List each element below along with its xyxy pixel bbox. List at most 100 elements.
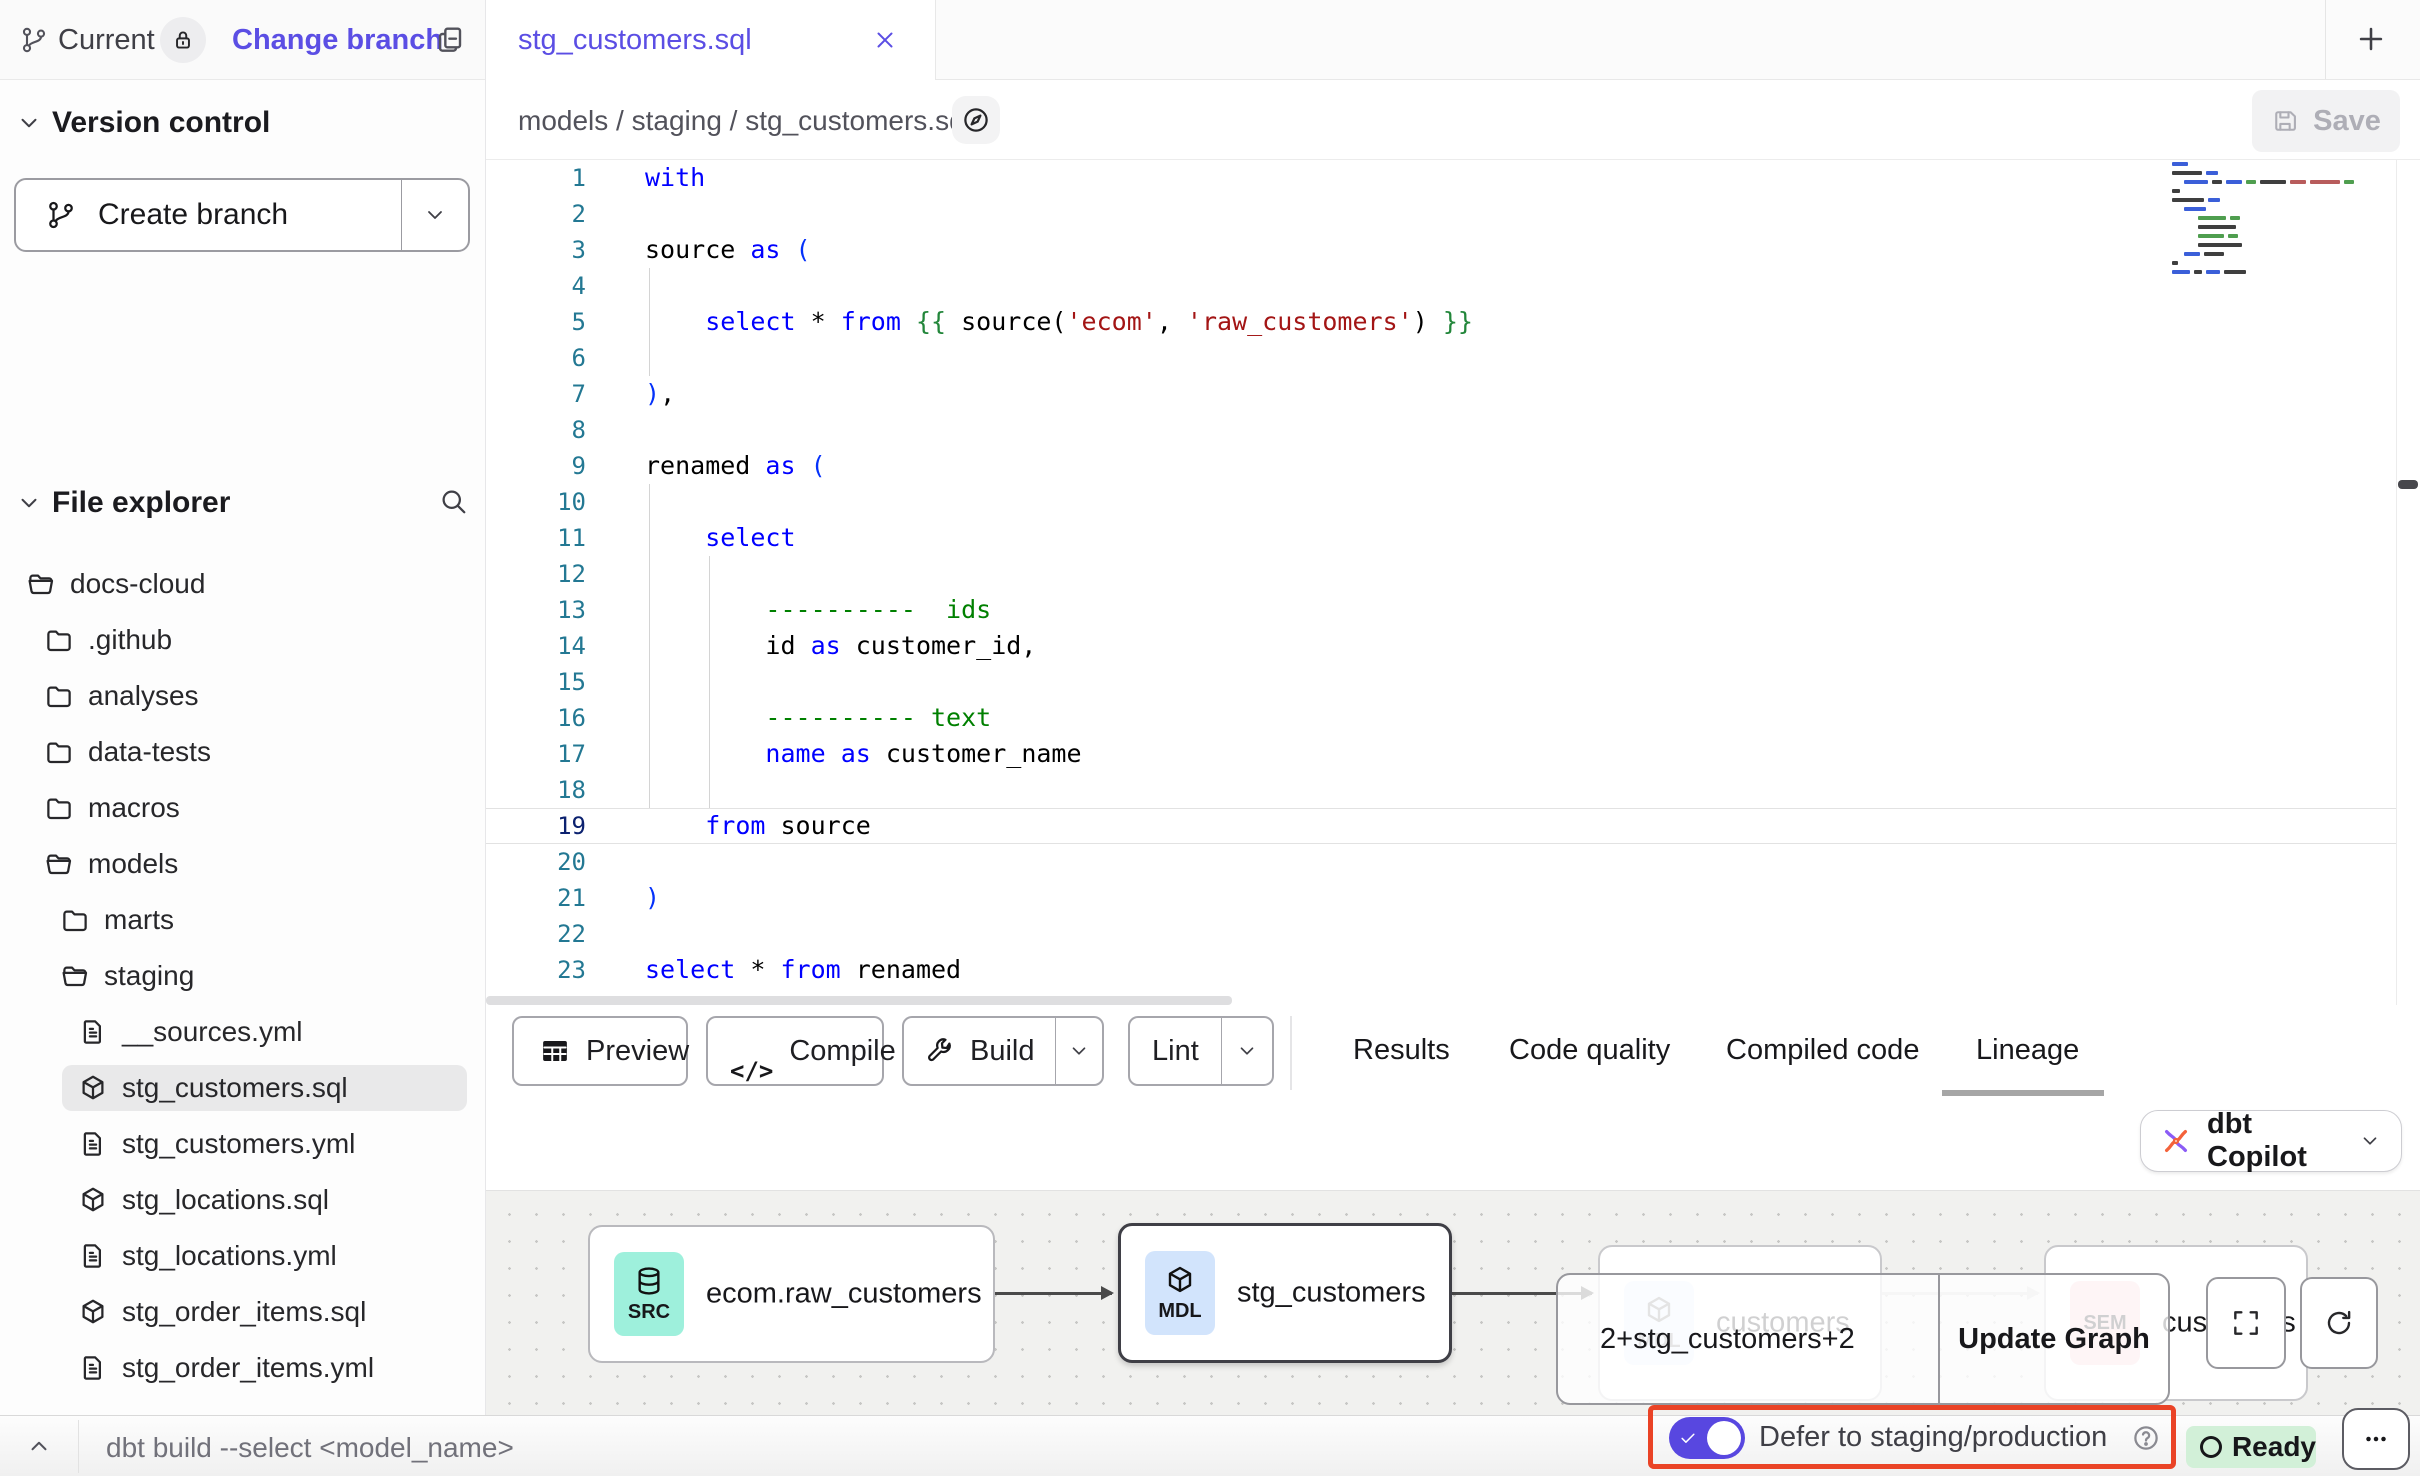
tab-label: stg_customers.sql: [518, 24, 752, 57]
horizontal-scrollbar-thumb[interactable]: [486, 996, 1232, 1005]
lint-dropdown[interactable]: [1221, 1018, 1272, 1084]
close-icon[interactable]: [872, 27, 898, 53]
chevron-up-icon[interactable]: [26, 1433, 52, 1459]
code-text: source as (: [645, 232, 811, 268]
file-tree-item-docs-cloud[interactable]: docs-cloud: [0, 556, 485, 612]
chevron-down-icon: [1236, 1040, 1258, 1062]
line-number: 10: [486, 484, 586, 520]
build-dropdown[interactable]: [1055, 1018, 1103, 1084]
node-label: stg_customers: [1237, 1277, 1426, 1310]
file-tree-item-stg-customers-yml[interactable]: stg_customers.yml: [0, 1116, 485, 1172]
save-button[interactable]: Save: [2252, 90, 2400, 152]
chevron-down-icon: [423, 203, 447, 227]
fullscreen-button[interactable]: [2206, 1277, 2286, 1369]
lineage-edge: [995, 1292, 1112, 1295]
version-control-title: Version control: [52, 106, 270, 140]
file-tree-item-stg-order-items-sql[interactable]: stg_order_items.sql: [0, 1284, 485, 1340]
change-branch-link[interactable]: Change branch: [232, 24, 443, 57]
code-text: select * from renamed: [645, 952, 961, 988]
copy-icon[interactable]: [434, 24, 466, 56]
file-tree-item-stg-order-items-yml[interactable]: stg_order_items.yml: [0, 1340, 485, 1396]
file-tree-item-stg-customers-sql[interactable]: stg_customers.sql: [0, 1060, 485, 1116]
lineage-selector-panel: 2+stg_customers+2 Update Graph: [1556, 1273, 2170, 1405]
line-number: 2: [486, 196, 586, 232]
line-number: 20: [486, 844, 586, 880]
lineage-canvas[interactable]: SRC ecom.raw_customers MDL stg_customers…: [486, 1190, 2420, 1415]
preview-button[interactable]: Preview: [512, 1016, 688, 1086]
cli-command-input[interactable]: dbt build --select <model_name>: [106, 1432, 514, 1464]
lineage-node-source[interactable]: SRC ecom.raw_customers: [588, 1225, 995, 1363]
lineage-selector-input[interactable]: 2+stg_customers+2: [1558, 1275, 1940, 1403]
line-number: 12: [486, 556, 586, 592]
tab-lineage[interactable]: Lineage: [1976, 1034, 2079, 1067]
code-line-7: 7),: [486, 376, 2420, 412]
minimap-row: [2198, 243, 2396, 247]
minimap-row: [2172, 261, 2396, 265]
more-options-button[interactable]: [2342, 1408, 2410, 1470]
tree-item-label: stg_order_items.yml: [122, 1353, 374, 1383]
file-tree-item--sources-yml[interactable]: __sources.yml: [0, 1004, 485, 1060]
tab-bar-divider: [2325, 0, 2326, 79]
code-text: select: [645, 520, 796, 556]
version-control-collapse-icon[interactable]: [16, 110, 42, 136]
minimap[interactable]: [2172, 162, 2396, 279]
lint-button[interactable]: Lint: [1128, 1016, 1274, 1086]
search-icon[interactable]: [438, 486, 468, 516]
compile-button[interactable]: </> Compile: [706, 1016, 884, 1086]
refresh-button[interactable]: [2300, 1277, 2378, 1369]
tab-results[interactable]: Results: [1353, 1034, 1450, 1067]
wrench-icon: [924, 1036, 954, 1066]
code-line-20: 20: [486, 844, 2420, 880]
current-branch-label: Current: [58, 24, 155, 57]
code-editor[interactable]: 1with23source as (45 select * from {{ so…: [486, 160, 2420, 1010]
code-line-12: 12: [486, 556, 2420, 592]
file-tree-item-marts[interactable]: marts: [0, 892, 485, 948]
source-badge: SRC: [614, 1252, 684, 1336]
line-number: 13: [486, 592, 586, 628]
file-tree-item-stg-locations-sql[interactable]: stg_locations.sql: [0, 1172, 485, 1228]
minimap-row: [2198, 225, 2396, 229]
tab-compiled-code[interactable]: Compiled code: [1726, 1034, 1919, 1067]
code-line-6: 6: [486, 340, 2420, 376]
folder-icon: [44, 681, 74, 711]
file-tree-item-models[interactable]: models: [0, 836, 485, 892]
file-tree-item-staging[interactable]: staging: [0, 948, 485, 1004]
build-button[interactable]: Build: [902, 1016, 1104, 1086]
file-explorer-collapse-icon[interactable]: [16, 490, 42, 516]
editor-right-border: [2396, 160, 2397, 1005]
create-branch-button[interactable]: Create branch: [14, 178, 470, 252]
create-branch-main[interactable]: Create branch: [16, 180, 402, 250]
file-tree-item--github[interactable]: .github: [0, 612, 485, 668]
file-tree-item-stg-locations-yml[interactable]: stg_locations.yml: [0, 1228, 485, 1284]
code-text: id as customer_id,: [645, 628, 1036, 664]
save-icon: [2271, 107, 2299, 135]
file-tree-item-analyses[interactable]: analyses: [0, 668, 485, 724]
code-line-13: 13 ---------- ids: [486, 592, 2420, 628]
folder-icon: [60, 905, 90, 935]
tab-code-quality[interactable]: Code quality: [1509, 1034, 1670, 1067]
chevron-down-icon: [2359, 1130, 2381, 1152]
line-number: 16: [486, 700, 586, 736]
vertical-scrollbar-thumb[interactable]: [2398, 480, 2418, 489]
folder-open-icon: [44, 849, 74, 879]
code-line-4: 4: [486, 268, 2420, 304]
lineage-node-stg-customers[interactable]: MDL stg_customers: [1118, 1223, 1452, 1363]
new-tab-plus-icon[interactable]: [2354, 22, 2388, 56]
dbt-copilot-button[interactable]: dbt Copilot: [2140, 1110, 2402, 1172]
defer-toggle[interactable]: [1669, 1417, 1745, 1459]
ellipsis-icon: [2361, 1424, 2391, 1454]
help-icon[interactable]: [2131, 1423, 2161, 1453]
model-badge: MDL: [1145, 1251, 1215, 1335]
tree-item-label: staging: [104, 961, 194, 991]
update-graph-button[interactable]: Update Graph: [1940, 1275, 2168, 1403]
line-number: 7: [486, 376, 586, 412]
branch-lock-badge: [160, 17, 206, 63]
file-icon: [78, 1241, 108, 1271]
refresh-icon: [2323, 1307, 2355, 1339]
tab-stg-customers-sql[interactable]: stg_customers.sql: [486, 0, 936, 80]
file-tree-item-data-tests[interactable]: data-tests: [0, 724, 485, 780]
create-branch-dropdown[interactable]: [402, 180, 468, 250]
copilot-compass-badge[interactable]: [952, 96, 1000, 144]
line-number: 17: [486, 736, 586, 772]
file-tree-item-macros[interactable]: macros: [0, 780, 485, 836]
